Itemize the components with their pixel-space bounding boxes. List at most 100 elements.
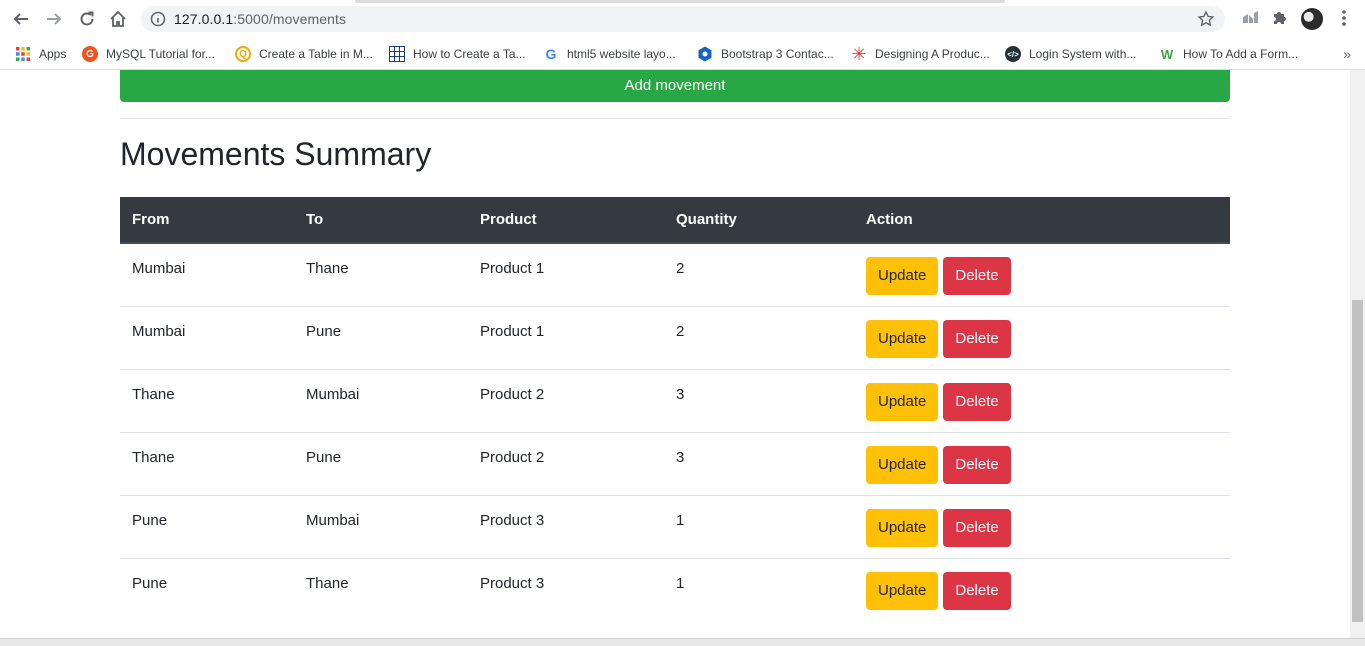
scrollbar-thumb[interactable] xyxy=(1352,300,1363,622)
column-header-product: Product xyxy=(468,197,664,244)
add-movement-button[interactable]: Add movement xyxy=(120,70,1230,102)
google-icon: G xyxy=(543,46,559,62)
bookmark-html5-layout[interactable]: G html5 website layo... xyxy=(543,38,676,70)
bookmark-star-icon[interactable] xyxy=(1197,10,1215,28)
bookmark-apps[interactable]: Apps xyxy=(15,38,66,70)
delete-button[interactable]: Delete xyxy=(943,508,1011,547)
mysql-tutorial-icon: G xyxy=(82,46,98,62)
delete-button[interactable]: Delete xyxy=(943,319,1011,358)
address-bar[interactable]: 127.0.0.1:5000/movements xyxy=(141,6,1225,32)
back-arrow-icon xyxy=(13,13,28,25)
analytics-extension-icon[interactable] xyxy=(1240,8,1260,28)
cell-actions: Update Delete xyxy=(854,557,1230,621)
chrome-menu-icon[interactable] xyxy=(1337,8,1351,28)
cell-quantity: 3 xyxy=(664,431,854,495)
bookmark-label: Login System with... xyxy=(1029,47,1137,61)
cell-product: Product 2 xyxy=(468,368,664,432)
cell-to: Pune xyxy=(294,305,468,369)
address-bar-url: 127.0.0.1:5000/movements xyxy=(174,11,346,27)
cell-to: Mumbai xyxy=(294,494,468,558)
cell-from: Pune xyxy=(120,494,294,558)
page-scrollbar[interactable] xyxy=(1350,70,1365,638)
section-divider xyxy=(120,118,1230,119)
cell-from: Thane xyxy=(120,431,294,495)
page-viewport: Add movement Movements Summary From To P… xyxy=(0,70,1350,638)
bookmarks-bar: Apps G MySQL Tutorial for... Q Create a … xyxy=(0,38,1365,70)
page-title: Movements Summary xyxy=(120,136,432,172)
movements-table: From To Product Quantity Action Mumbai T… xyxy=(120,197,1230,621)
update-button[interactable]: Update xyxy=(866,382,939,421)
bookmark-label: MySQL Tutorial for... xyxy=(106,47,215,61)
table-row: Thane Mumbai Product 2 3 Update Delete xyxy=(120,368,1230,432)
forward-button[interactable] xyxy=(42,7,66,31)
bookmarks-overflow-icon[interactable]: » xyxy=(1343,46,1351,62)
bookmark-label: How To Add a Form... xyxy=(1183,47,1299,61)
cell-quantity: 3 xyxy=(664,368,854,432)
bookmark-bootstrap-contact[interactable]: Bootstrap 3 Contac... xyxy=(697,38,834,70)
bookmark-label: Designing A Produc... xyxy=(875,47,990,61)
column-header-to: To xyxy=(294,197,468,244)
url-host: 127.0.0.1 xyxy=(174,11,234,27)
cell-product: Product 1 xyxy=(468,305,664,369)
delete-button[interactable]: Delete xyxy=(943,571,1011,610)
bookmark-create-table[interactable]: Q Create a Table in M... xyxy=(235,38,373,70)
table-body: Mumbai Thane Product 1 2 Update Delete Mu… xyxy=(120,243,1230,621)
bookmark-designing-product[interactable]: ✳ Designing A Produc... xyxy=(851,38,990,70)
table-row: Pune Thane Product 3 1 Update Delete xyxy=(120,557,1230,621)
update-button[interactable]: Update xyxy=(866,319,939,358)
table-row: Mumbai Thane Product 1 2 Update Delete xyxy=(120,243,1230,306)
asterisk-icon: ✳ xyxy=(851,43,867,64)
cell-to: Thane xyxy=(306,260,349,277)
url-path: :5000/movements xyxy=(233,11,347,27)
column-header-quantity: Quantity xyxy=(664,197,854,244)
apps-grid-icon xyxy=(16,47,30,61)
active-tab-edge xyxy=(355,0,1005,3)
home-icon xyxy=(110,10,126,27)
delete-button[interactable]: Delete xyxy=(943,257,1011,295)
cell-to: Mumbai xyxy=(294,368,468,432)
reload-button[interactable] xyxy=(75,7,99,31)
table-header: From To Product Quantity Action xyxy=(120,197,1230,244)
profile-avatar[interactable] xyxy=(1301,8,1323,30)
delete-button[interactable]: Delete xyxy=(943,382,1011,421)
bootstrap-hex-icon xyxy=(698,46,712,62)
cell-quantity: 1 xyxy=(664,557,854,621)
delete-button[interactable]: Delete xyxy=(943,445,1011,484)
cell-quantity: 2 xyxy=(664,305,854,369)
bookmark-label: Bootstrap 3 Contac... xyxy=(721,47,834,61)
bookmark-label: html5 website layo... xyxy=(567,47,676,61)
bookmark-label: Apps xyxy=(39,47,67,61)
quip-icon: Q xyxy=(235,46,251,62)
update-button[interactable]: Update xyxy=(866,571,939,610)
extensions-puzzle-icon[interactable] xyxy=(1271,8,1289,26)
site-info-icon[interactable] xyxy=(150,11,166,27)
browser-toolbar: 127.0.0.1:5000/movements xyxy=(0,0,1365,38)
cell-quantity: 2 xyxy=(676,260,685,277)
update-button[interactable]: Update xyxy=(866,445,939,484)
bookmark-label: Create a Table in M... xyxy=(259,47,373,61)
cell-actions: Update Delete xyxy=(854,494,1230,558)
cell-quantity: 1 xyxy=(664,494,854,558)
bookmark-mysql-tutorial[interactable]: G MySQL Tutorial for... xyxy=(82,38,215,70)
cell-to: Thane xyxy=(294,557,468,621)
column-header-from: From xyxy=(120,197,294,244)
bookmark-how-to-create-table[interactable]: How to Create a Ta... xyxy=(389,38,526,70)
bookmark-add-form[interactable]: W How To Add a Form... xyxy=(1159,38,1298,70)
bookmark-login-system[interactable]: </> Login System with... xyxy=(1005,38,1136,70)
table-row: Pune Mumbai Product 3 1 Update Delete xyxy=(120,494,1230,558)
w-logo-icon: W xyxy=(1159,46,1175,62)
table-grid-icon xyxy=(389,46,405,62)
forward-arrow-icon xyxy=(47,13,62,25)
back-button[interactable] xyxy=(9,7,33,31)
cell-actions: Update Delete xyxy=(854,305,1230,369)
cell-from: Thane xyxy=(120,368,294,432)
update-button[interactable]: Update xyxy=(866,508,939,547)
cell-from: Mumbai xyxy=(132,260,186,277)
home-button[interactable] xyxy=(106,7,130,31)
bookmark-label: How to Create a Ta... xyxy=(413,47,526,61)
cell-product: Product 3 xyxy=(468,494,664,558)
table-row: Thane Pune Product 2 3 Update Delete xyxy=(120,431,1230,495)
update-button[interactable]: Update xyxy=(866,257,939,295)
cell-actions: Update Delete xyxy=(854,368,1230,432)
reload-icon xyxy=(80,11,94,26)
